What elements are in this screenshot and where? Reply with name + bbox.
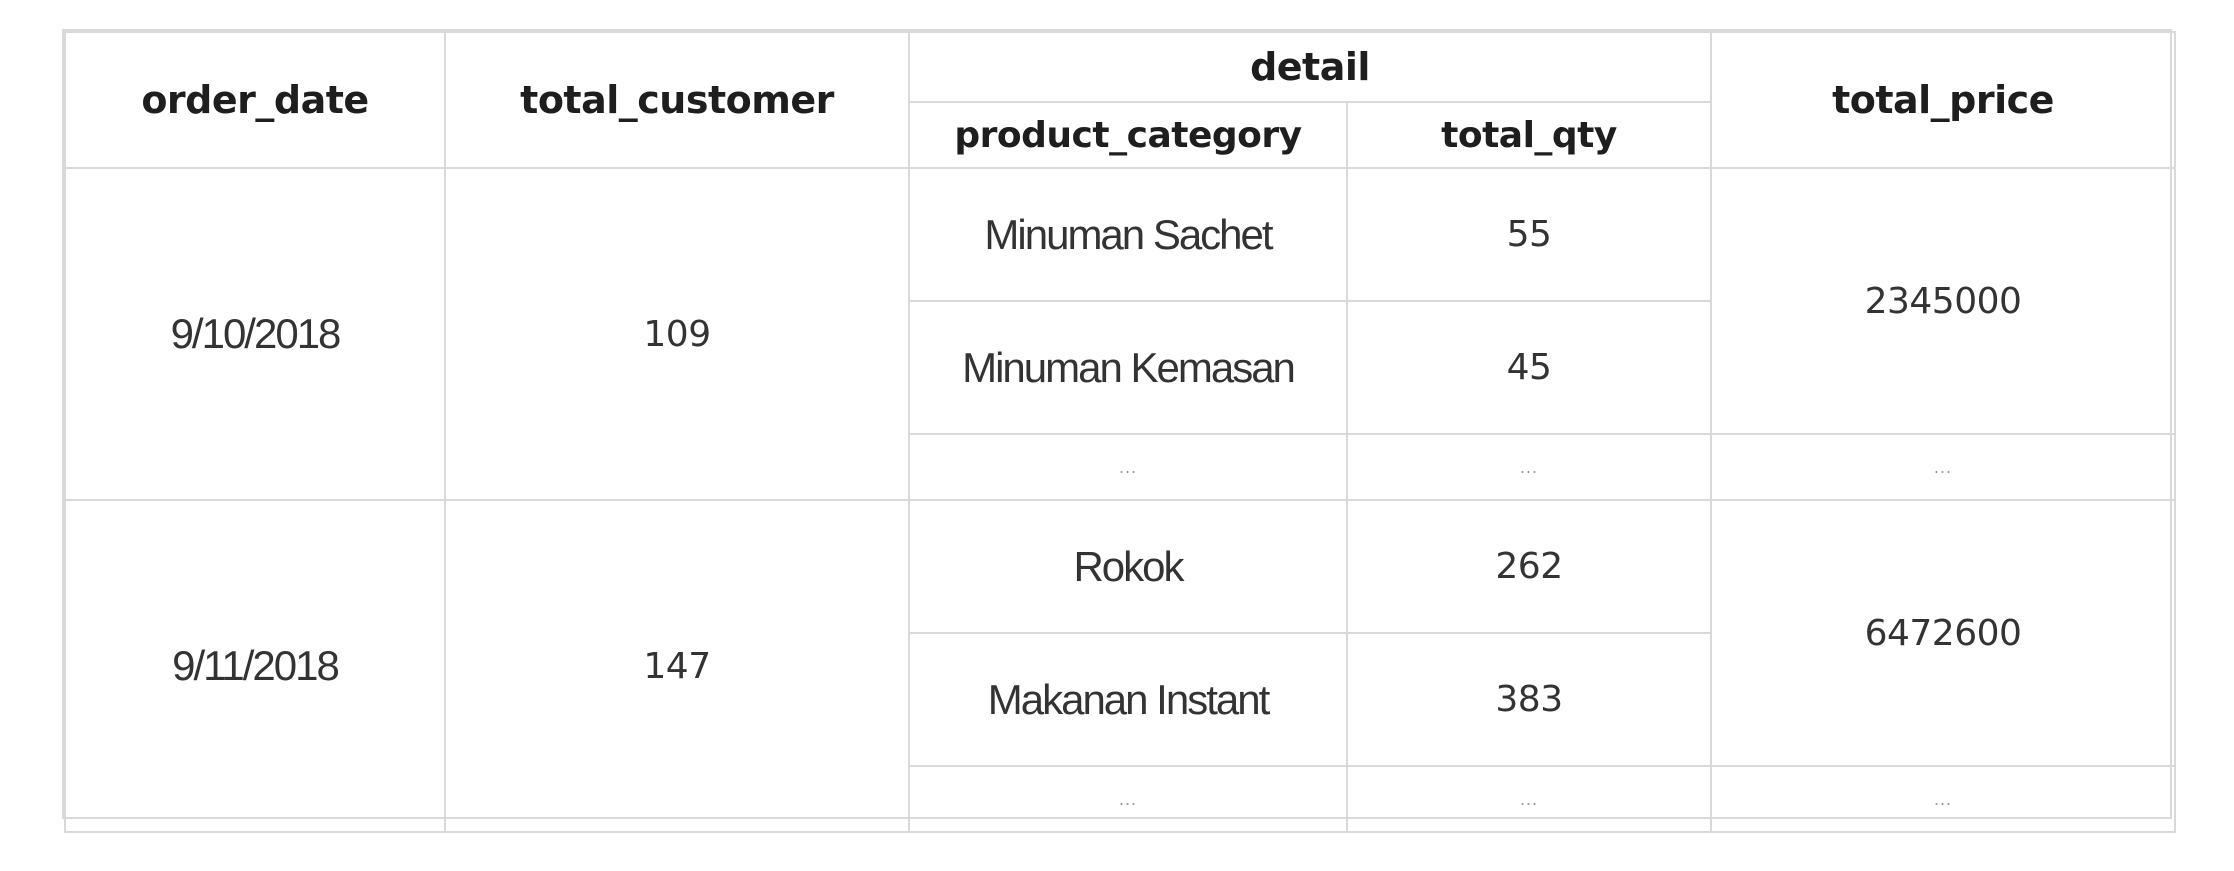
order-summary-table: order_date total_customer detail total_p… — [64, 31, 2176, 833]
total-customer-cell: 109 — [444, 167, 910, 501]
total-qty-cell: 45 — [1346, 300, 1712, 435]
header-order-date: order_date — [64, 31, 446, 169]
ellipsis-cell: ... — [1710, 433, 2176, 501]
total-customer-cell: 147 — [444, 499, 910, 833]
header-total-price: total_price — [1710, 31, 2176, 169]
product-category-cell: Minuman Kemasan — [908, 300, 1348, 435]
order-date-cell: 9/11/2018 — [64, 499, 446, 833]
order-date-cell: 9/10/2018 — [64, 167, 446, 501]
ellipsis-cell: ... — [908, 765, 1348, 833]
total-qty-cell: 383 — [1346, 632, 1712, 767]
ellipsis-cell: ... — [1346, 765, 1712, 833]
header-total-qty: total_qty — [1346, 101, 1712, 169]
header-row-top: order_date total_customer detail total_p… — [64, 31, 2176, 169]
table-row: 9/10/2018 109 Minuman Sachet 55 2345000 — [64, 167, 2176, 501]
total-price-cell: 6472600 — [1710, 499, 2176, 767]
product-category-cell: Minuman Sachet — [908, 167, 1348, 302]
header-total-customer: total_customer — [444, 31, 910, 169]
total-qty-cell: 55 — [1346, 167, 1712, 302]
order-summary-sheet: order_date total_customer detail total_p… — [62, 29, 2176, 833]
header-detail: detail — [908, 31, 1712, 103]
table-row: 9/11/2018 147 Rokok 262 6472600 — [64, 499, 2176, 833]
ellipsis-cell: ... — [908, 433, 1348, 501]
total-qty-cell: 262 — [1346, 499, 1712, 634]
product-category-cell: Makanan Instant — [908, 632, 1348, 767]
product-category-cell: Rokok — [908, 499, 1348, 634]
total-price-cell: 2345000 — [1710, 167, 2176, 435]
header-product-category: product_category — [908, 101, 1348, 169]
ellipsis-cell: ... — [1346, 433, 1712, 501]
ellipsis-cell: ... — [1710, 765, 2176, 833]
